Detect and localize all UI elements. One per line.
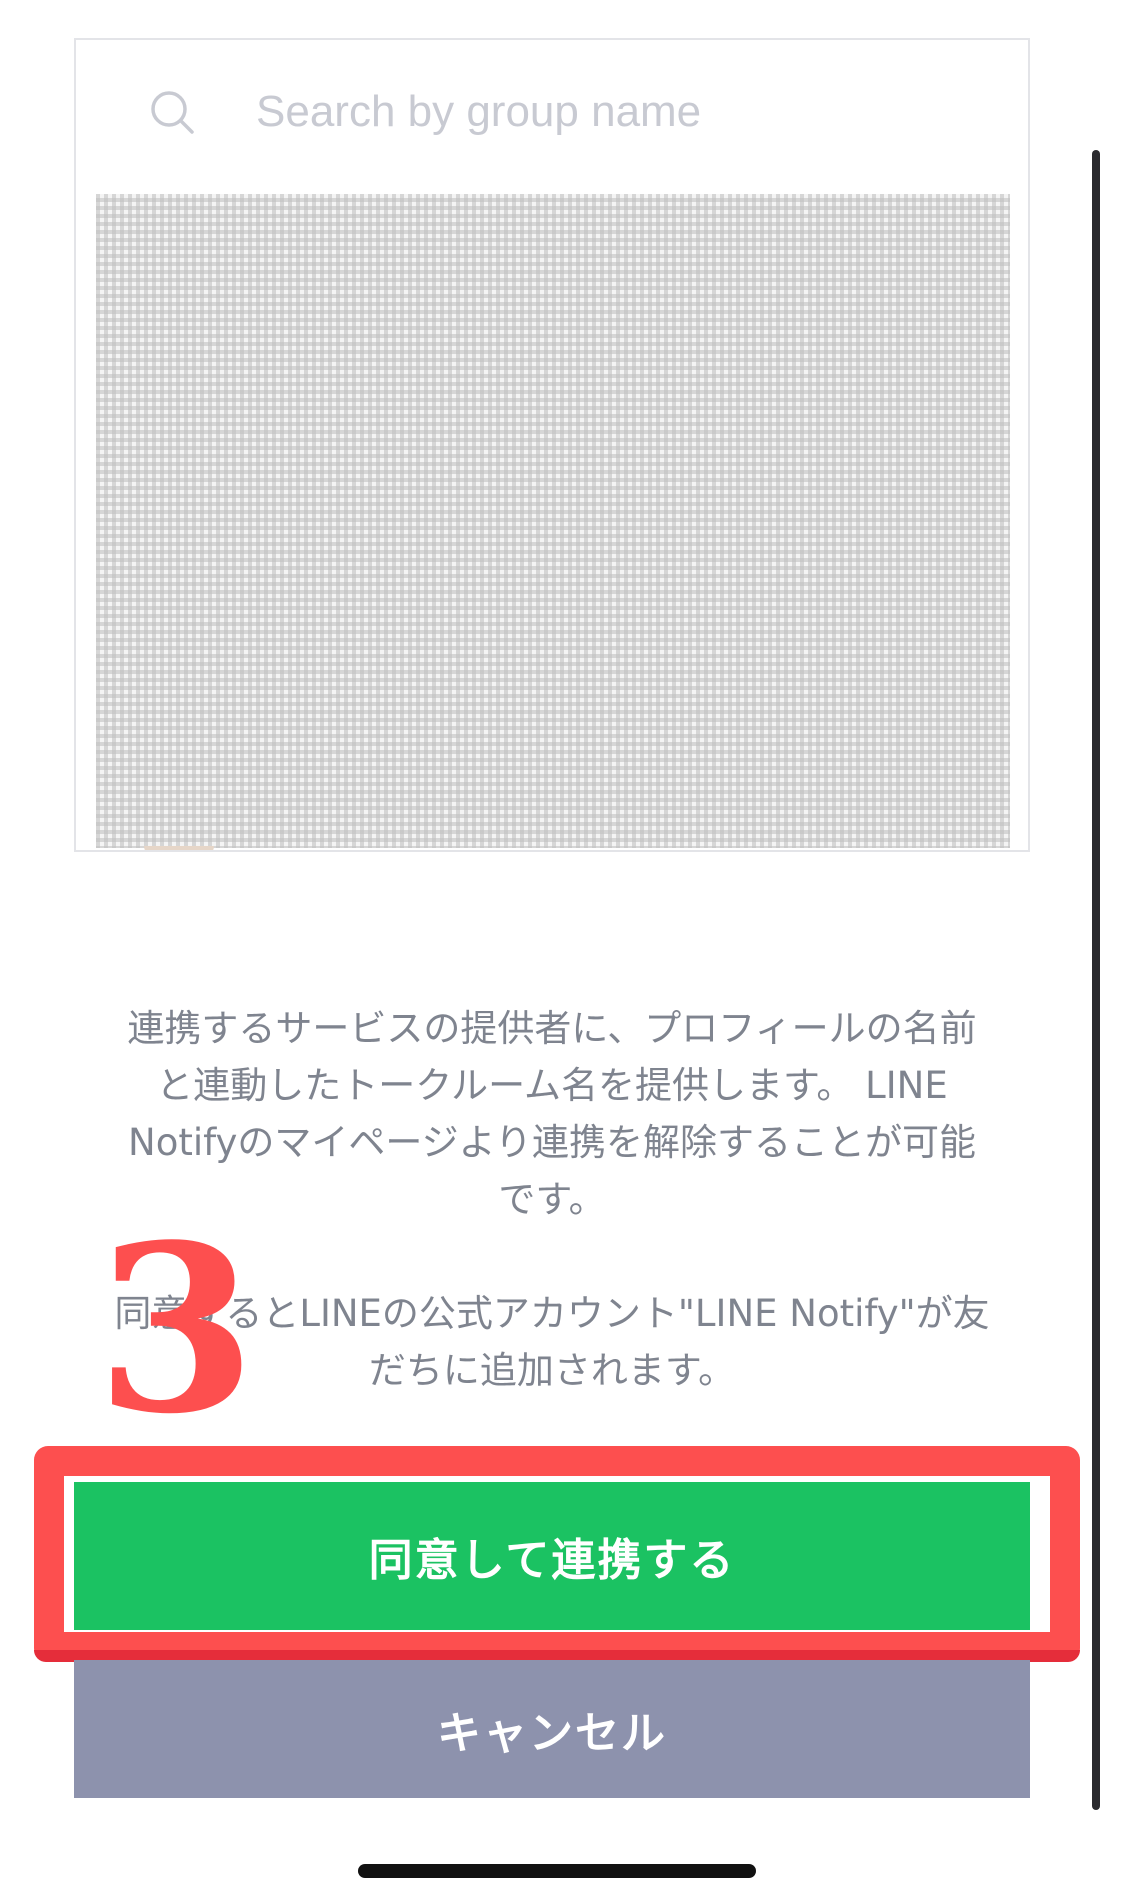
step-number-annotation: 3: [96, 1195, 257, 1465]
cancel-button[interactable]: キャンセル: [74, 1660, 1030, 1798]
avatar: [144, 846, 214, 850]
search-input[interactable]: Search by group name: [256, 84, 701, 140]
group-list[interactable]: [74, 180, 1030, 852]
notice-paragraph-data-sharing: 連携するサービスの提供者に、プロフィールの名前 と連動したトークルーム名を提供し…: [70, 1000, 1034, 1228]
redacted-group-list-area: [96, 194, 1010, 848]
notice-line: Notifyのマイページより連携を解除することが可能: [128, 1121, 976, 1164]
notice-line: 連携するサービスの提供者に、プロフィールの名前: [127, 1007, 977, 1050]
group-search-bar[interactable]: Search by group name: [74, 38, 1030, 182]
search-icon: [151, 91, 194, 134]
scrollbar[interactable]: [1092, 150, 1100, 1810]
line-notify-consent-screen: Search by group name 連携するサービスの提供者に、プロフィー…: [0, 0, 1125, 1900]
agree-and-link-button[interactable]: 同意して連携する: [74, 1482, 1030, 1630]
notice-line: と連動したトークルーム名を提供します。 LINE: [156, 1064, 948, 1107]
home-indicator[interactable]: [358, 1864, 756, 1878]
